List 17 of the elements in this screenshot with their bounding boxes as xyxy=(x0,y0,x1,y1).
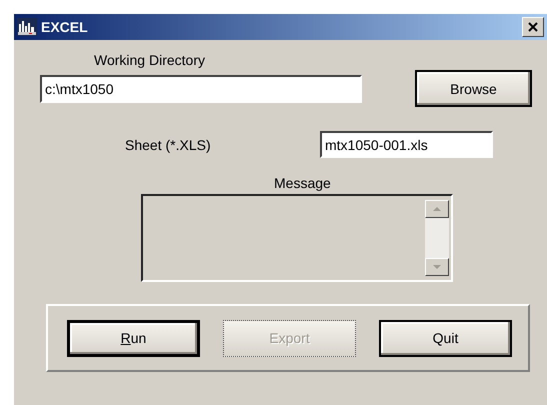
scroll-down-button[interactable] xyxy=(425,258,449,276)
field-label: Working Directory xyxy=(94,52,205,68)
window-title: EXCEL xyxy=(41,19,89,35)
scroll-bar[interactable] xyxy=(425,200,449,276)
up-arrow-icon xyxy=(433,207,441,211)
field-label: Message xyxy=(274,175,331,191)
scroll-up-button[interactable] xyxy=(425,200,449,218)
sheet-field[interactable]: mtx1050-001.xls xyxy=(320,131,493,158)
action-button[interactable]: Quit xyxy=(379,320,512,356)
action-button[interactable]: Run xyxy=(67,320,200,356)
close-icon xyxy=(528,22,538,32)
browse-button[interactable]: Browse xyxy=(415,70,532,107)
down-arrow-icon xyxy=(433,265,441,269)
close-button[interactable] xyxy=(522,17,544,37)
directory-field[interactable]: c:\mtx1050 xyxy=(40,74,362,102)
field-label: Sheet (*.XLS) xyxy=(125,136,212,152)
chart-icon xyxy=(17,18,37,36)
